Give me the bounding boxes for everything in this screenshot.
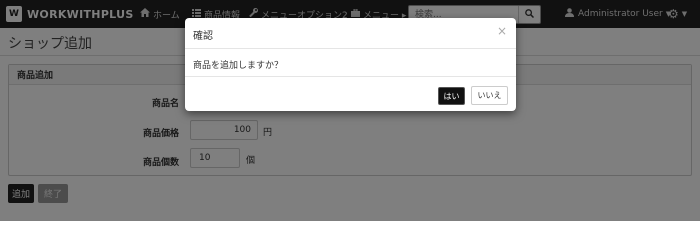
modal-footer: はい いいえ <box>185 76 516 111</box>
modal-header: 確認 × <box>185 18 516 49</box>
modal-message: 商品を追加しますか？ <box>193 61 284 71</box>
no-button[interactable]: いいえ <box>471 86 508 105</box>
confirm-dialog: 確認 × 商品を追加しますか？ はい いいえ <box>185 18 516 111</box>
close-icon[interactable]: × <box>497 24 507 38</box>
modal-title: 確認 <box>193 31 213 42</box>
yes-button[interactable]: はい <box>438 87 465 105</box>
